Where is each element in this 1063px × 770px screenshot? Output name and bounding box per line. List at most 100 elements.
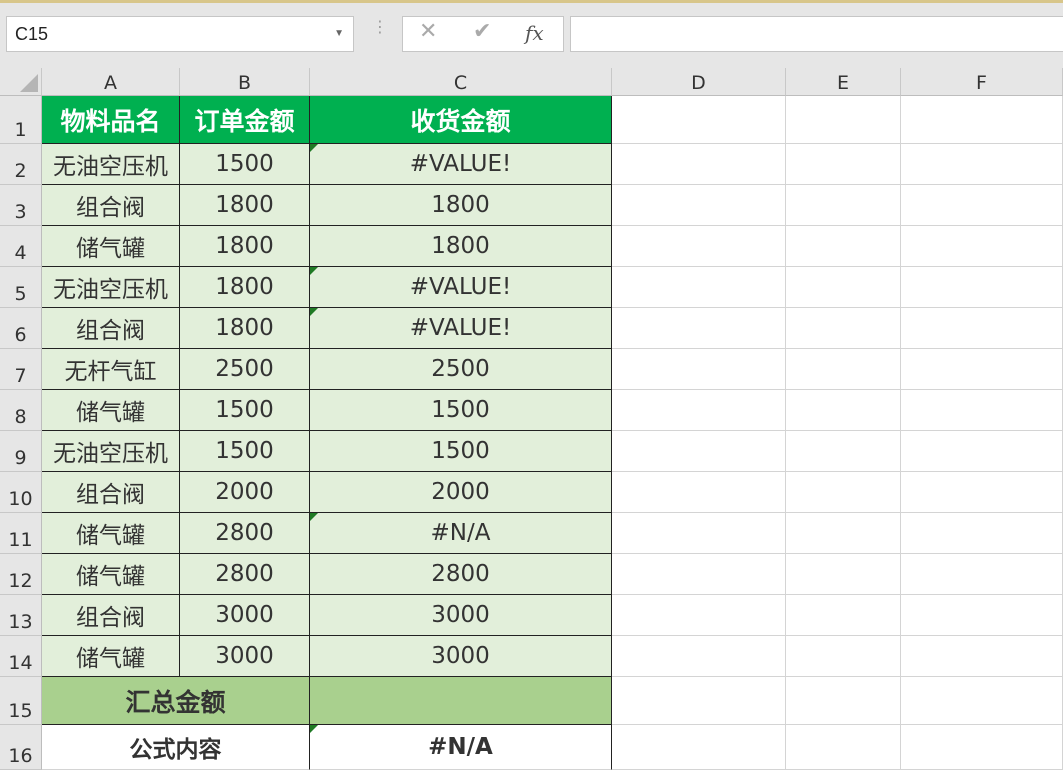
cell[interactable] <box>786 267 901 308</box>
row-header-13[interactable]: 13 <box>0 595 42 636</box>
enter-icon[interactable]: ✔ <box>473 19 491 44</box>
total-label-cell[interactable]: 汇总金额 <box>42 677 310 725</box>
cell[interactable] <box>786 636 901 677</box>
cell[interactable] <box>786 308 901 349</box>
row-header-15[interactable]: 15 <box>0 677 42 725</box>
data-cell-order[interactable]: 2500 <box>180 349 310 390</box>
row-header-4[interactable]: 4 <box>0 226 42 267</box>
cell[interactable] <box>901 595 1063 636</box>
data-cell-order[interactable]: 1800 <box>180 226 310 267</box>
row-header-10[interactable]: 10 <box>0 472 42 513</box>
data-cell-item[interactable]: 储气罐 <box>42 554 180 595</box>
data-cell-order[interactable]: 2800 <box>180 513 310 554</box>
cell[interactable] <box>786 96 901 144</box>
data-cell-order[interactable]: 1500 <box>180 431 310 472</box>
cell[interactable] <box>786 226 901 267</box>
cell[interactable] <box>901 144 1063 185</box>
row-header-7[interactable]: 7 <box>0 349 42 390</box>
cell[interactable] <box>786 595 901 636</box>
data-cell-received[interactable]: 1800 <box>310 185 612 226</box>
row-header-6[interactable]: 6 <box>0 308 42 349</box>
column-header-f[interactable]: F <box>901 68 1063 96</box>
data-cell-item[interactable]: 组合阀 <box>42 595 180 636</box>
data-cell-item[interactable]: 无油空压机 <box>42 144 180 185</box>
cell[interactable] <box>612 144 786 185</box>
cell[interactable] <box>786 431 901 472</box>
data-cell-received[interactable]: 2000 <box>310 472 612 513</box>
drag-handle-icon[interactable]: ⋮ <box>372 19 388 35</box>
cell[interactable] <box>612 554 786 595</box>
cell[interactable] <box>612 725 786 770</box>
cell[interactable] <box>786 677 901 725</box>
cell[interactable] <box>901 472 1063 513</box>
data-cell-order[interactable]: 1800 <box>180 185 310 226</box>
formula-label-cell[interactable]: 公式内容 <box>42 725 310 770</box>
data-cell-item[interactable]: 组合阀 <box>42 472 180 513</box>
formula-value-cell[interactable]: #N/A <box>310 725 612 770</box>
row-header-14[interactable]: 14 <box>0 636 42 677</box>
column-header-b[interactable]: B <box>180 68 310 96</box>
data-cell-received[interactable]: 1500 <box>310 431 612 472</box>
cell[interactable] <box>612 390 786 431</box>
data-cell-received[interactable]: #VALUE! <box>310 267 612 308</box>
insert-function-icon[interactable]: fx <box>525 21 544 45</box>
data-cell-received[interactable]: #VALUE! <box>310 308 612 349</box>
row-header-8[interactable]: 8 <box>0 390 42 431</box>
data-cell-item[interactable]: 无杆气缸 <box>42 349 180 390</box>
cell[interactable] <box>612 472 786 513</box>
row-header-12[interactable]: 12 <box>0 554 42 595</box>
cell[interactable] <box>901 185 1063 226</box>
data-cell-item[interactable]: 无油空压机 <box>42 267 180 308</box>
data-cell-item[interactable]: 组合阀 <box>42 185 180 226</box>
data-cell-received[interactable]: 2500 <box>310 349 612 390</box>
select-all-corner[interactable] <box>0 68 42 96</box>
chevron-down-icon[interactable]: ▼ <box>334 17 344 51</box>
data-cell-order[interactable]: 1500 <box>180 144 310 185</box>
column-header-c[interactable]: C <box>310 68 612 96</box>
cell[interactable] <box>901 677 1063 725</box>
cell[interactable] <box>612 308 786 349</box>
cell[interactable] <box>786 513 901 554</box>
cell[interactable] <box>901 554 1063 595</box>
cell[interactable] <box>901 636 1063 677</box>
data-cell-order[interactable]: 2000 <box>180 472 310 513</box>
data-cell-order[interactable]: 3000 <box>180 636 310 677</box>
cell[interactable] <box>612 513 786 554</box>
cell[interactable] <box>612 636 786 677</box>
cell[interactable] <box>901 96 1063 144</box>
name-box[interactable]: C15 ▼ <box>6 16 354 52</box>
cell[interactable] <box>786 144 901 185</box>
cell[interactable] <box>786 472 901 513</box>
row-header-16[interactable]: 16 <box>0 725 42 770</box>
row-header-5[interactable]: 5 <box>0 267 42 308</box>
cell[interactable] <box>786 725 901 770</box>
cell[interactable] <box>901 226 1063 267</box>
data-cell-received[interactable]: #VALUE! <box>310 144 612 185</box>
cell[interactable] <box>901 513 1063 554</box>
column-header-d[interactable]: D <box>612 68 786 96</box>
cell[interactable] <box>901 349 1063 390</box>
data-cell-item[interactable]: 储气罐 <box>42 390 180 431</box>
cell[interactable] <box>612 226 786 267</box>
data-cell-item[interactable]: 储气罐 <box>42 226 180 267</box>
header-cell-item[interactable]: 物料品名 <box>42 96 180 144</box>
data-cell-order[interactable]: 1500 <box>180 390 310 431</box>
header-cell-received[interactable]: 收货金额 <box>310 96 612 144</box>
cell[interactable] <box>786 349 901 390</box>
cell[interactable] <box>901 390 1063 431</box>
data-cell-received[interactable]: #N/A <box>310 513 612 554</box>
row-header-11[interactable]: 11 <box>0 513 42 554</box>
data-cell-order[interactable]: 1800 <box>180 308 310 349</box>
cancel-icon[interactable]: ✕ <box>419 19 437 44</box>
total-value-cell[interactable] <box>310 677 612 725</box>
cell[interactable] <box>786 554 901 595</box>
data-cell-received[interactable]: 1800 <box>310 226 612 267</box>
cell[interactable] <box>612 185 786 226</box>
cell[interactable] <box>901 308 1063 349</box>
cell[interactable] <box>612 349 786 390</box>
cell[interactable] <box>612 267 786 308</box>
row-header-1[interactable]: 1 <box>0 96 42 144</box>
data-cell-order[interactable]: 1800 <box>180 267 310 308</box>
data-cell-item[interactable]: 组合阀 <box>42 308 180 349</box>
formula-input[interactable] <box>570 16 1063 52</box>
